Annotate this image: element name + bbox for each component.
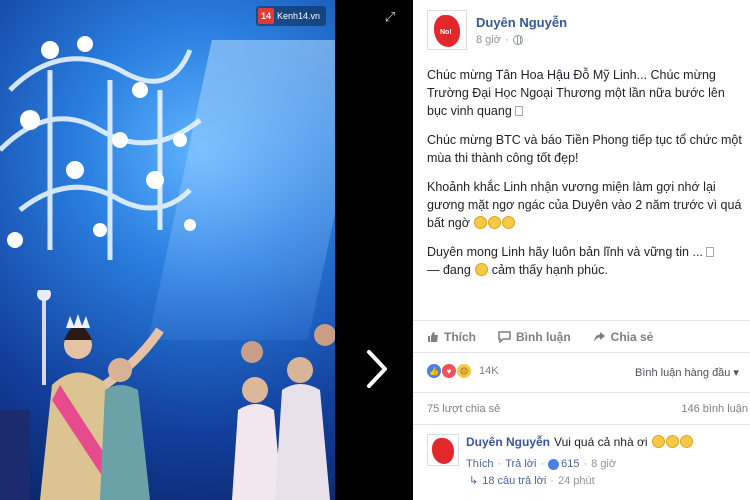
next-photo-button[interactable]	[362, 345, 392, 393]
chevron-right-icon	[367, 350, 387, 388]
divider	[413, 352, 750, 353]
comment-count[interactable]: 146 bình luận	[681, 403, 748, 415]
like-button[interactable]: Thích	[427, 330, 476, 344]
kenh14-logo: 14	[258, 8, 274, 24]
like-reaction-icon	[548, 458, 560, 470]
commenter-name[interactable]: Duyên Nguyễn	[466, 435, 550, 449]
post-paragraph-2: Chúc mừng BTC và báo Tiền Phong tiếp tục…	[427, 133, 742, 165]
view-replies-link[interactable]: ↳ 18 câu trả lời · 24 phút	[469, 474, 595, 488]
grin-emoji-icon	[502, 216, 516, 229]
watermark-text: Kenh14.vn	[277, 11, 321, 21]
comment-time[interactable]: 8 giờ	[591, 458, 616, 470]
comment-like-count[interactable]: 615	[548, 458, 579, 470]
grin-emoji-icon	[488, 216, 502, 229]
divider	[413, 392, 750, 393]
post-paragraph-3: Khoảnh khắc Linh nhận vương miện làm gợi…	[427, 180, 742, 230]
feeling-text[interactable]: cảm thấy hạnh phúc.	[492, 263, 608, 277]
grin-emoji-icon	[474, 216, 488, 229]
comment-item: Duyên Nguyễn Vui quá cả nhà ơi Thích · Trả…	[427, 434, 693, 470]
divider	[413, 424, 750, 425]
grin-emoji-icon	[651, 435, 665, 448]
love-reaction-icon: ♥	[442, 364, 456, 378]
comment-button[interactable]: Bình luận	[498, 330, 571, 344]
reactions-summary[interactable]: 👍 ♥ ☹ 14K	[427, 364, 499, 378]
emoji-placeholder-icon	[705, 247, 714, 257]
chevron-down-icon: ▾	[733, 367, 739, 379]
reaction-count: 14K	[479, 365, 499, 377]
grin-emoji-icon	[665, 435, 679, 448]
comment-sort-dropdown[interactable]: Bình luận hàng đầu ▾	[635, 366, 739, 380]
post-header: No! Duyên Nguyễn 8 giờ ·	[427, 10, 567, 50]
viewer-band	[335, 0, 413, 500]
post-counts: 75 lượt chia sẻ 146 bình luận	[427, 403, 750, 415]
kenh14-watermark: 14 Kenh14.vn	[256, 6, 327, 26]
comment-icon	[498, 331, 511, 343]
grin-emoji-icon	[679, 435, 693, 448]
author-name[interactable]: Duyên Nguyễn	[476, 15, 567, 30]
comment-meta: Thích · Trả lời · 615 · 8 giờ	[466, 458, 617, 470]
author-avatar[interactable]: No!	[427, 10, 467, 50]
share-count[interactable]: 75 lượt chia sẻ	[427, 403, 500, 415]
reply-arrow-icon: ↳	[469, 475, 479, 487]
sad-reaction-icon: ☹	[457, 364, 471, 378]
post-time[interactable]: 8 giờ	[476, 34, 501, 46]
post-paragraph-1: Chúc mừng Tân Hoa Hậu Đỗ Mỹ Linh... Chúc…	[427, 68, 725, 118]
contestants-figures	[0, 290, 335, 500]
share-button[interactable]: Chia sẻ	[593, 330, 653, 344]
happy-feeling-icon	[475, 263, 489, 276]
comment-like-link[interactable]: Thích	[466, 458, 494, 470]
post-panel: No! Duyên Nguyễn 8 giờ · Chúc mừng Tân H…	[413, 0, 750, 500]
comment-text: Duyên Nguyễn Vui quá cả nhà ơi	[466, 435, 693, 449]
globe-icon[interactable]	[512, 35, 523, 45]
post-meta: 8 giờ ·	[476, 34, 567, 46]
post-photo[interactable]: 14 Kenh14.vn	[0, 0, 335, 500]
divider	[413, 320, 750, 321]
replies-time: 24 phút	[557, 474, 595, 487]
crown-graphic	[0, 36, 202, 260]
emoji-placeholder-icon	[514, 106, 523, 116]
comment-reply-link[interactable]: Trả lời	[505, 458, 536, 470]
post-body: Chúc mừng Tân Hoa Hậu Đỗ Mỹ Linh... Chúc…	[427, 66, 747, 290]
post-actions: Thích Bình luận Chia sẻ	[427, 330, 653, 344]
like-reaction-icon: 👍	[427, 364, 441, 378]
thumbs-up-icon	[428, 332, 438, 342]
share-icon	[593, 332, 605, 342]
commenter-avatar[interactable]	[427, 434, 459, 466]
post-paragraph-4: Duyên mong Linh hãy luôn bản lĩnh và vữn…	[427, 243, 747, 279]
expand-icon[interactable]: ⤢	[383, 10, 397, 24]
